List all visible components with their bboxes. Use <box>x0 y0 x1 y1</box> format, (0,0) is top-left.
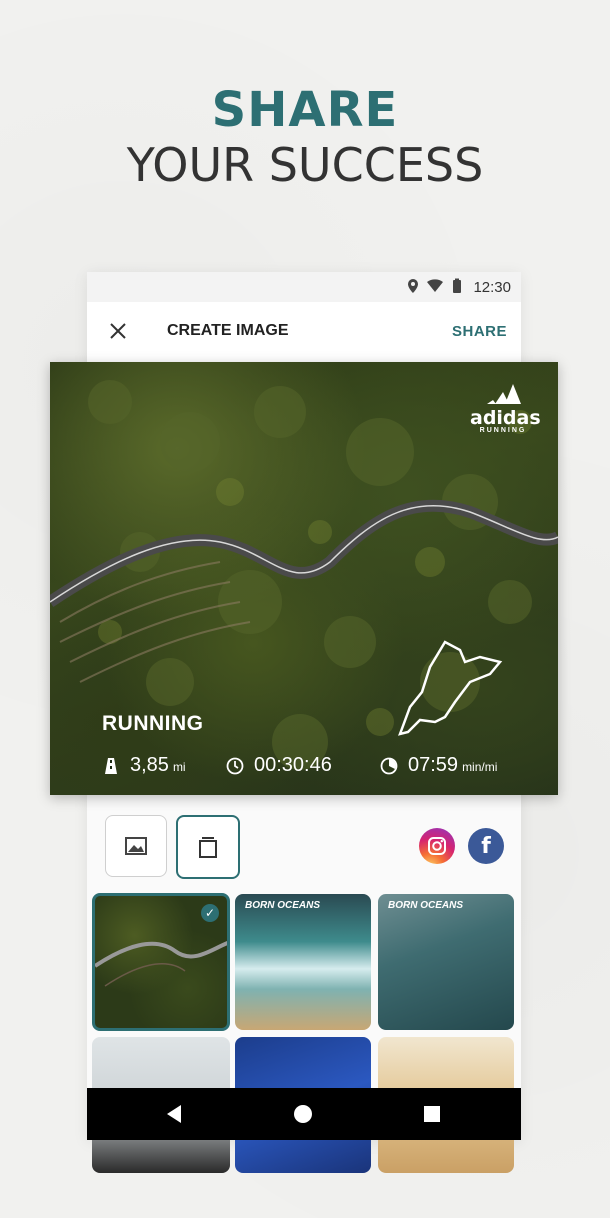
clock-icon <box>226 757 244 774</box>
image-icon <box>125 837 147 855</box>
thumbnail-label: BORN OCEANS <box>388 900 464 911</box>
background-thumbnail-1[interactable]: ✓ <box>92 893 230 1031</box>
pace-stat: 07:59 min/mi <box>380 754 497 777</box>
back-icon[interactable] <box>167 1105 181 1123</box>
adidas-stripes-icon <box>487 384 521 404</box>
activity-title: RUNNING <box>102 712 204 735</box>
duration-value: 00:30:46 <box>254 754 332 776</box>
road-icon <box>105 757 117 774</box>
status-bar: 12:30 <box>87 272 521 302</box>
page-title: CREATE IMAGE <box>167 322 289 339</box>
adidas-running-logo: adidas RUNNING <box>470 380 541 436</box>
distance-unit: mi <box>172 760 186 774</box>
pace-value: 07:59 <box>408 754 459 776</box>
pace-icon <box>380 757 398 774</box>
share-button[interactable]: SHARE <box>452 323 507 340</box>
location-icon <box>408 279 418 293</box>
distance-stat: 3,85 mi <box>102 754 186 777</box>
close-button[interactable] <box>105 318 131 344</box>
home-icon[interactable] <box>294 1105 312 1123</box>
activity-share-image: adidas RUNNING RUNNING 3,85 mi 00:30:46 … <box>50 362 558 795</box>
photo-background-button[interactable] <box>105 815 167 877</box>
distance-value: 3,85 <box>130 754 169 776</box>
android-nav-bar <box>87 1088 521 1140</box>
pace-unit: min/mi <box>462 760 498 774</box>
facebook-share-button[interactable]: f <box>468 828 504 864</box>
headline-your-success: YOUR SUCCESS <box>126 138 484 192</box>
activity-stats: 3,85 mi 00:30:46 07:59 min/mi <box>102 754 558 782</box>
layout-button[interactable] <box>176 815 240 879</box>
background-thumbnail-3[interactable]: BORN OCEANS <box>378 894 514 1030</box>
thumbnail-label: BORN OCEANS <box>245 900 321 911</box>
close-icon <box>110 323 126 339</box>
recents-icon[interactable] <box>424 1106 440 1122</box>
instagram-icon <box>428 837 446 855</box>
brand-sub: RUNNING <box>479 427 527 434</box>
wifi-icon <box>427 279 443 292</box>
layout-icon <box>199 837 217 858</box>
facebook-icon: f <box>481 833 491 859</box>
duration-stat: 00:30:46 <box>226 754 332 777</box>
app-bar: CREATE IMAGE SHARE <box>87 302 521 364</box>
selected-check-icon: ✓ <box>201 904 219 922</box>
instagram-share-button[interactable] <box>419 828 455 864</box>
background-thumbnail-2[interactable]: BORN OCEANS <box>235 894 371 1030</box>
status-time: 12:30 <box>473 279 511 296</box>
brand-name: adidas <box>470 407 541 429</box>
headline-share: SHARE <box>211 82 399 138</box>
battery-icon <box>453 278 461 293</box>
